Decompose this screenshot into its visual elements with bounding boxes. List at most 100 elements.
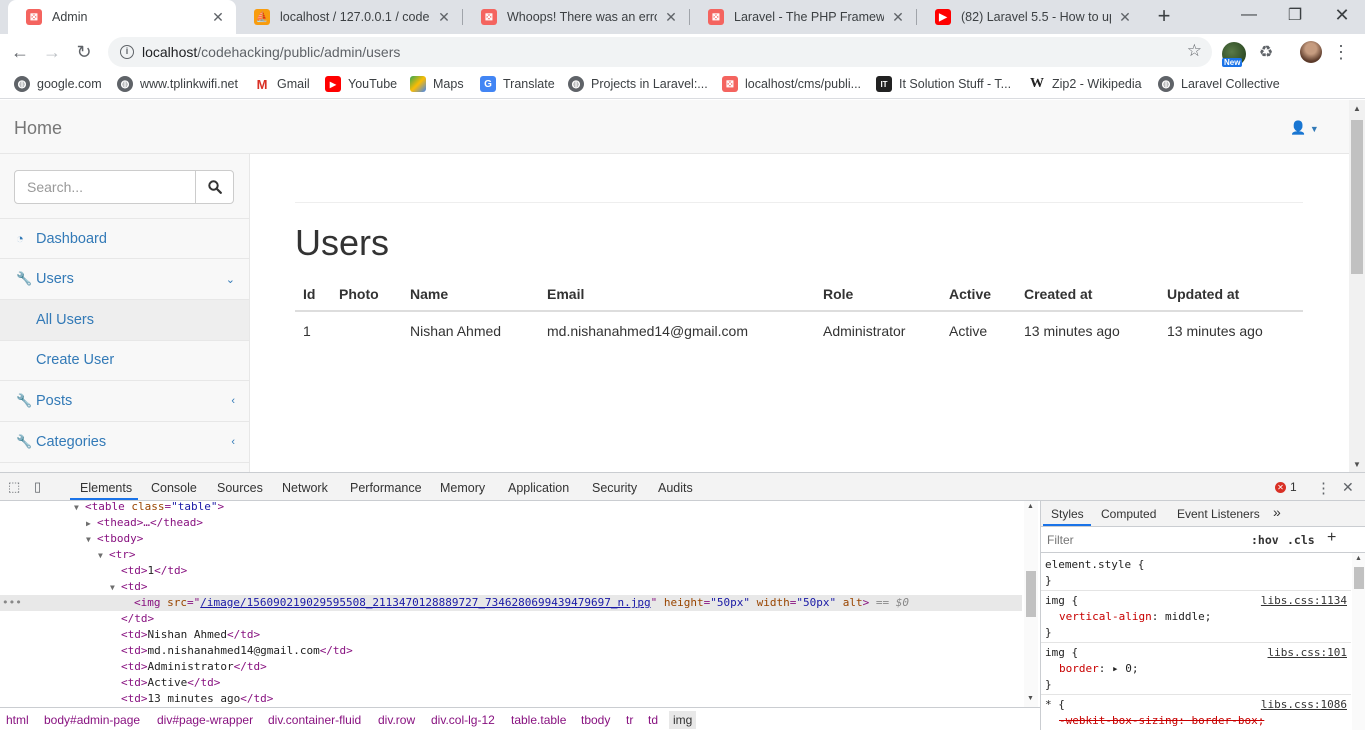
crumb-td[interactable]: td [648, 713, 658, 727]
expand-triangle-icon[interactable]: ▼ [86, 532, 97, 548]
dom-node-td[interactable]: <td>13 minutes ago</td> [0, 691, 1022, 707]
search-input[interactable] [14, 170, 196, 204]
tab-network[interactable]: Network [282, 481, 328, 495]
rule-source-link[interactable]: libs.css:1086 [1261, 697, 1347, 713]
hov-toggle[interactable]: :hov [1251, 533, 1279, 547]
css-value[interactable]: middle; [1165, 610, 1211, 623]
scroll-up-icon[interactable]: ▲ [1353, 104, 1361, 113]
css-rule[interactable]: * { libs.css:1086 -webkit-box-sizing: bo… [1041, 695, 1351, 730]
crumb-page-wrapper[interactable]: div#page-wrapper [157, 713, 253, 727]
new-tab-button[interactable]: + [1152, 5, 1176, 29]
crumb-body[interactable]: body#admin-page [44, 713, 140, 727]
css-property[interactable]: -webkit-box-sizing [1045, 714, 1178, 727]
sidebar-item-users[interactable]: 🔧 Users ⌄ [0, 259, 249, 300]
crumb-img[interactable]: img [669, 711, 697, 729]
styles-scrollbar[interactable]: ▲ [1352, 553, 1365, 730]
sidebar-item-dashboard[interactable]: ◔ Dashboard [0, 218, 249, 259]
css-rule[interactable]: img { libs.css:101 border: ▸ 0; } [1041, 643, 1351, 695]
more-tabs-icon[interactable]: » [1273, 504, 1281, 520]
bookmark-tplink[interactable]: ◍ www.tplinkwifi.net [117, 76, 238, 92]
address-bar[interactable]: i localhost/codehacking/public/admin/use… [108, 37, 1212, 67]
profile-avatar[interactable] [1300, 41, 1322, 63]
dom-node-td[interactable]: <td>1</td> [0, 563, 1022, 579]
tab-console[interactable]: Console [151, 481, 197, 495]
browser-tab-admin[interactable]: ⊠ Admin ✕ [8, 0, 236, 34]
scrollbar-thumb[interactable] [1354, 567, 1364, 589]
dom-node-thead[interactable]: ▶ <thead>…</thead> [0, 515, 1022, 531]
css-rule[interactable]: img { libs.css:1134 vertical-align: midd… [1041, 591, 1351, 643]
bookmark-google[interactable]: ◍ google.com [14, 76, 102, 92]
forward-button[interactable]: → [38, 38, 66, 66]
expand-triangle-icon[interactable]: ▼ [98, 548, 109, 564]
dom-scrollbar[interactable]: ▲ ▼ [1024, 501, 1038, 707]
css-value[interactable]: 0; [1125, 662, 1138, 675]
crumb-html[interactable]: html [6, 713, 29, 727]
css-value[interactable]: border-box; [1191, 714, 1264, 727]
dom-node-td[interactable]: <td>Nishan Ahmed</td> [0, 627, 1022, 643]
tab-computed[interactable]: Computed [1101, 507, 1156, 521]
tab-memory[interactable]: Memory [440, 481, 485, 495]
tab-elements[interactable]: Elements [80, 481, 132, 495]
css-property[interactable]: border [1045, 662, 1099, 675]
devtools-close-icon[interactable]: ✕ [1342, 479, 1358, 495]
dom-node-tbody[interactable]: ▼ <tbody> [0, 531, 1022, 547]
dom-node-td[interactable]: <td>md.nishanahmed14@gmail.com</td> [0, 643, 1022, 659]
extension-new-icon[interactable]: New [1222, 42, 1246, 67]
crumb-row[interactable]: div.row [378, 713, 415, 727]
crumb-container[interactable]: div.container-fluid [268, 713, 361, 727]
rule-source-link[interactable]: libs.css:1134 [1261, 593, 1347, 609]
new-rule-icon[interactable]: + [1327, 529, 1336, 547]
dom-node-td[interactable]: <td>Active</td> [0, 675, 1022, 691]
bookmark-youtube[interactable]: ▶ YouTube [325, 76, 397, 92]
crumb-tr[interactable]: tr [626, 713, 633, 727]
devtools-menu-icon[interactable]: ⋮ [1316, 479, 1332, 497]
search-button[interactable] [195, 170, 234, 204]
dom-node-table[interactable]: ▼ <table class="table"> [0, 501, 1022, 515]
sidebar-item-categories[interactable]: 🔧 Categories ‹ [0, 422, 249, 463]
dom-node-td[interactable]: ▼ <td> [0, 579, 1022, 595]
bookmark-maps[interactable]: Maps [410, 76, 464, 92]
bookmark-itsolution[interactable]: IT It Solution Stuff - T... [876, 76, 1011, 92]
brand-link[interactable]: Home [14, 118, 62, 139]
cls-toggle[interactable]: .cls [1287, 533, 1315, 547]
tab-security[interactable]: Security [592, 481, 637, 495]
browser-tab-youtube[interactable]: ▶ (82) Laravel 5.5 - How to uploa ✕ [917, 0, 1143, 34]
reload-button[interactable]: ↻ [70, 38, 98, 66]
minimize-button[interactable]: — [1226, 0, 1272, 30]
dom-node-img-selected[interactable]: ••• <img src="/image/1560902190295955​08_… [0, 595, 1022, 611]
bookmark-cms[interactable]: ⊠ localhost/cms/publi... [722, 76, 861, 92]
sidebar-item-all-users[interactable]: All Users [0, 300, 249, 341]
tab-performance[interactable]: Performance [350, 481, 422, 495]
tab-event-listeners[interactable]: Event Listeners [1177, 507, 1260, 521]
scroll-down-icon[interactable]: ▼ [1027, 695, 1034, 702]
css-property[interactable]: vertical-align [1045, 610, 1152, 623]
expand-triangle-icon[interactable]: ▼ [110, 580, 121, 596]
error-counter[interactable]: ✕ 1 [1275, 480, 1297, 494]
collapse-triangle-icon[interactable]: ▶ [86, 516, 97, 532]
scroll-down-icon[interactable]: ▼ [1353, 460, 1361, 469]
sidebar-item-posts[interactable]: 🔧 Posts ‹ [0, 381, 249, 422]
scroll-up-icon[interactable]: ▲ [1027, 503, 1034, 510]
sidebar-item-create-user[interactable]: Create User [0, 340, 249, 381]
back-button[interactable]: ← [6, 38, 34, 66]
window-close-button[interactable]: ✕ [1319, 0, 1365, 30]
tab-audits[interactable]: Audits [658, 481, 693, 495]
scrollbar-thumb[interactable] [1026, 571, 1036, 617]
tab-styles[interactable]: Styles [1051, 507, 1084, 521]
scrollbar-thumb[interactable] [1351, 120, 1363, 274]
crumb-tbody[interactable]: tbody [581, 713, 610, 727]
img-src-link[interactable]: /image/1560902190295955​08_2113470128889… [200, 596, 650, 609]
info-icon[interactable]: i [120, 45, 134, 59]
bookmark-gmail[interactable]: M Gmail [254, 76, 310, 92]
tab-application[interactable]: Application [508, 481, 569, 495]
close-icon[interactable]: ✕ [436, 9, 452, 26]
dom-node-td[interactable]: <td>Administrator</td> [0, 659, 1022, 675]
recycle-extension-icon[interactable]: ♻ [1254, 40, 1278, 64]
url-text[interactable]: localhost/codehacking/public/admin/users [142, 44, 400, 60]
scroll-up-icon[interactable]: ▲ [1355, 555, 1362, 562]
dom-node-close-td[interactable]: </td> [0, 611, 1022, 627]
device-toolbar-icon[interactable]: ▯ [34, 479, 50, 495]
close-icon[interactable]: ✕ [890, 9, 906, 26]
bookmark-zip2[interactable]: W Zip2 - Wikipedia [1029, 76, 1142, 92]
browser-tab-laravel[interactable]: ⊠ Laravel - The PHP Framework F ✕ [690, 0, 916, 34]
